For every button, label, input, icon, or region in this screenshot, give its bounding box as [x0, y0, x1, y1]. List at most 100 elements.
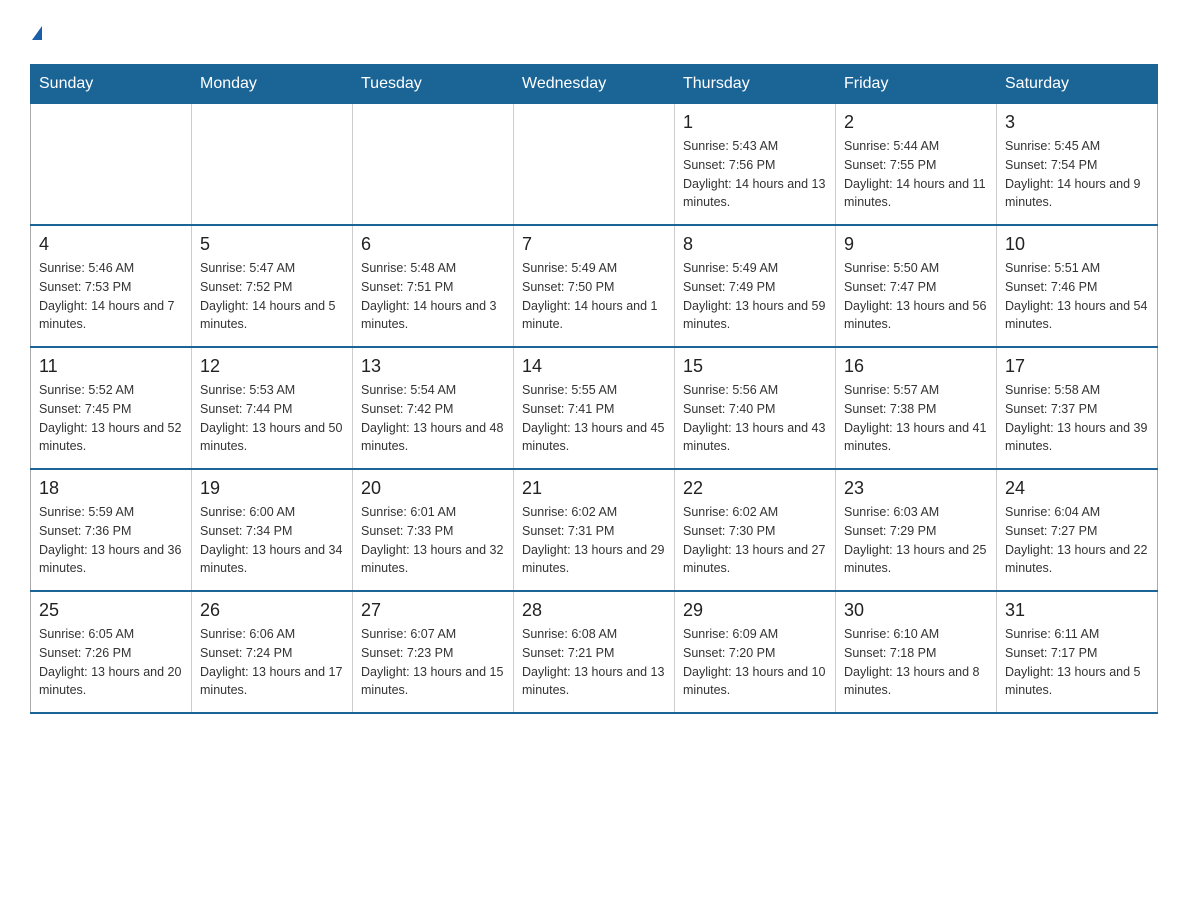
- day-info: Sunrise: 5:52 AMSunset: 7:45 PMDaylight:…: [39, 381, 183, 456]
- header-friday: Friday: [836, 65, 997, 104]
- day-info: Sunrise: 6:09 AMSunset: 7:20 PMDaylight:…: [683, 625, 827, 700]
- calendar-cell: 25Sunrise: 6:05 AMSunset: 7:26 PMDayligh…: [31, 591, 192, 713]
- day-info: Sunrise: 5:55 AMSunset: 7:41 PMDaylight:…: [522, 381, 666, 456]
- day-info: Sunrise: 6:00 AMSunset: 7:34 PMDaylight:…: [200, 503, 344, 578]
- day-info: Sunrise: 5:51 AMSunset: 7:46 PMDaylight:…: [1005, 259, 1149, 334]
- day-info: Sunrise: 5:47 AMSunset: 7:52 PMDaylight:…: [200, 259, 344, 334]
- calendar-week-row: 1 Sunrise: 5:43 AMSunset: 7:56 PMDaylight…: [31, 104, 1158, 226]
- weekday-header-row: Sunday Monday Tuesday Wednesday Thursday…: [31, 65, 1158, 104]
- day-info: Sunrise: 5:54 AMSunset: 7:42 PMDaylight:…: [361, 381, 505, 456]
- day-number: 9: [844, 234, 988, 255]
- calendar-cell: 29 Sunrise: 6:09 AMSunset: 7:20 PMDayligh…: [675, 591, 836, 713]
- day-number: 19: [200, 478, 344, 499]
- calendar-cell: [192, 104, 353, 226]
- day-info: Sunrise: 5:45 AMSunset: 7:54 PMDaylight:…: [1005, 137, 1149, 212]
- calendar-cell: 1 Sunrise: 5:43 AMSunset: 7:56 PMDaylight…: [675, 104, 836, 226]
- day-number: 1: [683, 112, 827, 133]
- calendar-cell: 21 Sunrise: 6:02 AMSunset: 7:31 PMDayligh…: [514, 469, 675, 591]
- day-number: 20: [361, 478, 505, 499]
- calendar-cell: 13 Sunrise: 5:54 AMSunset: 7:42 PMDayligh…: [353, 347, 514, 469]
- day-number: 24: [1005, 478, 1149, 499]
- day-number: 13: [361, 356, 505, 377]
- day-info: Sunrise: 5:44 AMSunset: 7:55 PMDaylight:…: [844, 137, 988, 212]
- calendar-cell: [31, 104, 192, 226]
- day-info: Sunrise: 6:04 AMSunset: 7:27 PMDaylight:…: [1005, 503, 1149, 578]
- day-info: Sunrise: 5:53 AMSunset: 7:44 PMDaylight:…: [200, 381, 344, 456]
- day-info: Sunrise: 5:49 AMSunset: 7:49 PMDaylight:…: [683, 259, 827, 334]
- day-number: 5: [200, 234, 344, 255]
- day-number: 15: [683, 356, 827, 377]
- day-number: 3: [1005, 112, 1149, 133]
- day-number: 27: [361, 600, 505, 621]
- day-number: 4: [39, 234, 183, 255]
- day-number: 22: [683, 478, 827, 499]
- header-saturday: Saturday: [997, 65, 1158, 104]
- header-thursday: Thursday: [675, 65, 836, 104]
- day-info: Sunrise: 6:02 AMSunset: 7:31 PMDaylight:…: [522, 503, 666, 578]
- day-number: 31: [1005, 600, 1149, 621]
- calendar-cell: 8 Sunrise: 5:49 AMSunset: 7:49 PMDaylight…: [675, 225, 836, 347]
- day-info: Sunrise: 6:02 AMSunset: 7:30 PMDaylight:…: [683, 503, 827, 578]
- calendar-cell: 3 Sunrise: 5:45 AMSunset: 7:54 PMDaylight…: [997, 104, 1158, 226]
- calendar-table: Sunday Monday Tuesday Wednesday Thursday…: [30, 64, 1158, 714]
- calendar-cell: [353, 104, 514, 226]
- calendar-cell: 20Sunrise: 6:01 AMSunset: 7:33 PMDayligh…: [353, 469, 514, 591]
- day-number: 26: [200, 600, 344, 621]
- day-number: 30: [844, 600, 988, 621]
- calendar-cell: 22 Sunrise: 6:02 AMSunset: 7:30 PMDayligh…: [675, 469, 836, 591]
- calendar-cell: 17 Sunrise: 5:58 AMSunset: 7:37 PMDayligh…: [997, 347, 1158, 469]
- calendar-cell: 24 Sunrise: 6:04 AMSunset: 7:27 PMDayligh…: [997, 469, 1158, 591]
- calendar-cell: 26Sunrise: 6:06 AMSunset: 7:24 PMDayligh…: [192, 591, 353, 713]
- calendar-cell: 27Sunrise: 6:07 AMSunset: 7:23 PMDayligh…: [353, 591, 514, 713]
- day-number: 2: [844, 112, 988, 133]
- day-number: 11: [39, 356, 183, 377]
- header-sunday: Sunday: [31, 65, 192, 104]
- calendar-cell: 10 Sunrise: 5:51 AMSunset: 7:46 PMDayligh…: [997, 225, 1158, 347]
- calendar-cell: 19 Sunrise: 6:00 AMSunset: 7:34 PMDayligh…: [192, 469, 353, 591]
- day-info: Sunrise: 5:56 AMSunset: 7:40 PMDaylight:…: [683, 381, 827, 456]
- logo: [30, 20, 42, 44]
- day-info: Sunrise: 5:49 AMSunset: 7:50 PMDaylight:…: [522, 259, 666, 334]
- day-number: 17: [1005, 356, 1149, 377]
- calendar-cell: 2 Sunrise: 5:44 AMSunset: 7:55 PMDaylight…: [836, 104, 997, 226]
- calendar-week-row: 18 Sunrise: 5:59 AMSunset: 7:36 PMDayligh…: [31, 469, 1158, 591]
- calendar-cell: 12 Sunrise: 5:53 AMSunset: 7:44 PMDayligh…: [192, 347, 353, 469]
- calendar-header: Sunday Monday Tuesday Wednesday Thursday…: [31, 65, 1158, 104]
- calendar-cell: 5 Sunrise: 5:47 AMSunset: 7:52 PMDaylight…: [192, 225, 353, 347]
- day-number: 7: [522, 234, 666, 255]
- day-number: 28: [522, 600, 666, 621]
- day-info: Sunrise: 5:46 AMSunset: 7:53 PMDaylight:…: [39, 259, 183, 334]
- day-number: 10: [1005, 234, 1149, 255]
- day-info: Sunrise: 6:10 AMSunset: 7:18 PMDaylight:…: [844, 625, 988, 700]
- day-info: Sunrise: 5:58 AMSunset: 7:37 PMDaylight:…: [1005, 381, 1149, 456]
- day-number: 18: [39, 478, 183, 499]
- header-tuesday: Tuesday: [353, 65, 514, 104]
- header-wednesday: Wednesday: [514, 65, 675, 104]
- page-header: [30, 20, 1158, 44]
- calendar-cell: 23 Sunrise: 6:03 AMSunset: 7:29 PMDayligh…: [836, 469, 997, 591]
- calendar-week-row: 4 Sunrise: 5:46 AMSunset: 7:53 PMDaylight…: [31, 225, 1158, 347]
- calendar-cell: 6Sunrise: 5:48 AMSunset: 7:51 PMDaylight…: [353, 225, 514, 347]
- day-info: Sunrise: 6:05 AMSunset: 7:26 PMDaylight:…: [39, 625, 183, 700]
- day-number: 12: [200, 356, 344, 377]
- day-info: Sunrise: 5:43 AMSunset: 7:56 PMDaylight:…: [683, 137, 827, 212]
- day-number: 8: [683, 234, 827, 255]
- calendar-cell: 14Sunrise: 5:55 AMSunset: 7:41 PMDayligh…: [514, 347, 675, 469]
- day-number: 29: [683, 600, 827, 621]
- day-number: 21: [522, 478, 666, 499]
- calendar-week-row: 11 Sunrise: 5:52 AMSunset: 7:45 PMDayligh…: [31, 347, 1158, 469]
- header-monday: Monday: [192, 65, 353, 104]
- logo-triangle-icon: [32, 26, 42, 40]
- calendar-cell: 18 Sunrise: 5:59 AMSunset: 7:36 PMDayligh…: [31, 469, 192, 591]
- calendar-cell: 7 Sunrise: 5:49 AMSunset: 7:50 PMDaylight…: [514, 225, 675, 347]
- calendar-cell: 15 Sunrise: 5:56 AMSunset: 7:40 PMDayligh…: [675, 347, 836, 469]
- calendar-cell: 31 Sunrise: 6:11 AMSunset: 7:17 PMDayligh…: [997, 591, 1158, 713]
- day-info: Sunrise: 6:03 AMSunset: 7:29 PMDaylight:…: [844, 503, 988, 578]
- day-info: Sunrise: 6:08 AMSunset: 7:21 PMDaylight:…: [522, 625, 666, 700]
- calendar-cell: [514, 104, 675, 226]
- calendar-cell: 30 Sunrise: 6:10 AMSunset: 7:18 PMDayligh…: [836, 591, 997, 713]
- day-info: Sunrise: 5:48 AMSunset: 7:51 PMDaylight:…: [361, 259, 505, 334]
- day-info: Sunrise: 6:11 AMSunset: 7:17 PMDaylight:…: [1005, 625, 1149, 700]
- day-number: 23: [844, 478, 988, 499]
- day-info: Sunrise: 5:59 AMSunset: 7:36 PMDaylight:…: [39, 503, 183, 578]
